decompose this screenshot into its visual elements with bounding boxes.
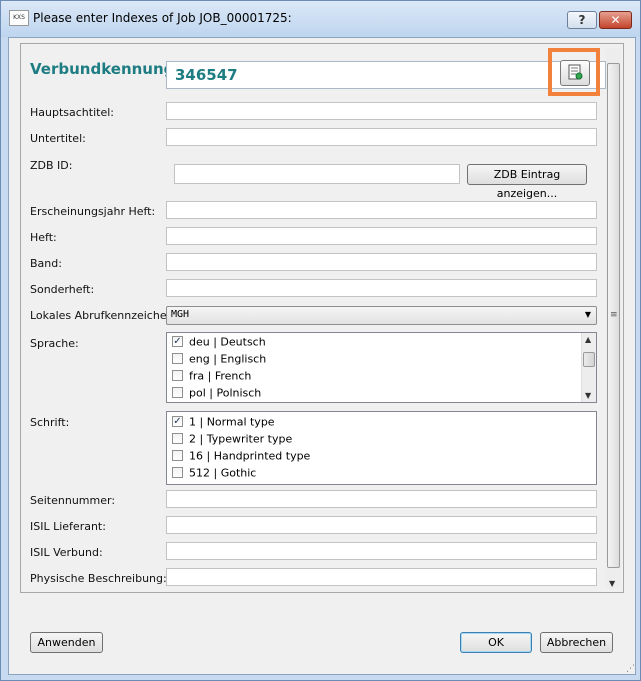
- verbundkennung-field[interactable]: 346547: [166, 61, 606, 89]
- checkbox[interactable]: ✓: [172, 415, 183, 427]
- schrift-list[interactable]: ✓ 1 | Normal type 2 | Typewriter type 16 …: [166, 411, 597, 485]
- form-scrollbar[interactable]: ≡ ▼: [606, 48, 621, 589]
- close-button[interactable]: ✕: [599, 11, 632, 29]
- schrift-item[interactable]: 512 | Gothic: [172, 466, 256, 483]
- schrift-item[interactable]: 16 | Handprinted type: [172, 449, 310, 466]
- highlight-box: [548, 48, 600, 96]
- zdb-id-field[interactable]: [174, 164, 460, 184]
- heft-field[interactable]: [166, 227, 597, 245]
- seitennummer-label: Seitennummer:: [30, 494, 116, 507]
- sonderheft-label: Sonderheft:: [30, 283, 95, 296]
- scroll-up-icon[interactable]: ▲: [585, 335, 591, 344]
- sprache-item[interactable]: ✓ deu | Deutsch: [172, 335, 266, 352]
- band-field[interactable]: [166, 253, 597, 271]
- checkbox[interactable]: [172, 449, 183, 461]
- sprache-item[interactable]: fra | French: [172, 369, 251, 386]
- zdb-entry-button[interactable]: ZDB Eintrag anzeigen...: [467, 164, 587, 200]
- chevron-down-icon: ▼: [584, 310, 591, 319]
- window-title: Please enter Indexes of Job JOB_00001725…: [33, 11, 292, 25]
- help-button[interactable]: ?: [567, 11, 597, 29]
- checkbox[interactable]: [172, 432, 183, 444]
- verbundkennung-label: Verbundkennung:: [30, 60, 181, 78]
- abrufkennzeichen-value: MGH: [171, 309, 190, 320]
- sprache-item[interactable]: pol | Polnisch: [172, 386, 261, 403]
- band-label: Band:: [30, 257, 62, 270]
- list-item-label: 2 | Typewriter type: [189, 432, 293, 446]
- list-item-label: eng | Englisch: [189, 352, 267, 366]
- dialog-body: Verbundkennung: 346547 Hauptsachtitel: U…: [8, 37, 636, 675]
- checkbox[interactable]: [172, 369, 183, 381]
- scroll-down-icon[interactable]: ▼: [585, 391, 591, 400]
- list-item-label: 1 | Normal type: [189, 415, 275, 429]
- checkbox[interactable]: ✓: [172, 335, 183, 347]
- isil-verbund-label: ISIL Verbund:: [30, 546, 103, 559]
- list-item-label: 512 | Gothic: [189, 466, 257, 480]
- index-form-panel: Verbundkennung: 346547 Hauptsachtitel: U…: [20, 43, 624, 593]
- schrift-item[interactable]: ✓ 1 | Normal type: [172, 415, 275, 432]
- list-item-label: fra | French: [189, 369, 252, 383]
- ok-button[interactable]: OK: [460, 632, 532, 653]
- schrift-item[interactable]: 2 | Typewriter type: [172, 432, 292, 449]
- untertitel-label: Untertitel:: [30, 132, 86, 145]
- seitennummer-field[interactable]: [166, 490, 597, 508]
- app-icon: KXS: [9, 10, 29, 26]
- checkbox[interactable]: [172, 352, 183, 364]
- list-item-label: 16 | Handprinted type: [189, 449, 311, 463]
- erscheinungsjahr-label: Erscheinungsjahr Heft:: [30, 205, 156, 218]
- abrufkennzeichen-select[interactable]: MGH ▼: [166, 306, 597, 325]
- sprache-list[interactable]: ✓ deu | Deutsch eng | Englisch fra | Fren…: [166, 332, 597, 403]
- isil-lieferant-label: ISIL Lieferant:: [30, 520, 106, 533]
- grip-icon: ≡: [610, 310, 618, 320]
- form-scroll-thumb[interactable]: ≡: [607, 63, 620, 568]
- isil-verbund-field[interactable]: [166, 542, 597, 560]
- resize-grip-icon[interactable]: ⋰: [626, 664, 635, 674]
- abrufkennzeichen-label: Lokales Abrufkennzeichen:: [30, 309, 178, 322]
- hauptsachtitel-field[interactable]: [166, 102, 597, 120]
- sprache-scrollbar[interactable]: ▲ ▼: [581, 333, 596, 402]
- apply-button[interactable]: Anwenden: [30, 632, 103, 653]
- list-item-label: deu | Deutsch: [189, 335, 266, 349]
- physische-beschreibung-field[interactable]: [166, 568, 597, 586]
- heft-label: Heft:: [30, 231, 57, 244]
- sprache-label: Sprache:: [30, 337, 79, 350]
- physische-beschreibung-label: Physische Beschreibung:: [30, 572, 167, 585]
- isil-lieferant-field[interactable]: [166, 516, 597, 534]
- list-item-label: pol | Polnisch: [189, 386, 262, 400]
- scroll-thumb[interactable]: [583, 352, 595, 367]
- title-bar[interactable]: KXS Please enter Indexes of Job JOB_0000…: [1, 1, 640, 37]
- schrift-label: Schrift:: [30, 416, 70, 429]
- untertitel-field[interactable]: [166, 128, 597, 146]
- checkbox[interactable]: [172, 386, 183, 398]
- checkbox[interactable]: [172, 466, 183, 478]
- scroll-down-icon[interactable]: ▼: [609, 579, 615, 588]
- dialog-window: KXS Please enter Indexes of Job JOB_0000…: [0, 0, 641, 681]
- cancel-button[interactable]: Abbrechen: [540, 632, 613, 653]
- sonderheft-field[interactable]: [166, 279, 597, 297]
- sprache-item[interactable]: eng | Englisch: [172, 352, 266, 369]
- erscheinungsjahr-field[interactable]: [166, 201, 597, 219]
- zdb-id-label: ZDB ID:: [30, 159, 73, 172]
- hauptsachtitel-label: Hauptsachtitel:: [30, 106, 114, 119]
